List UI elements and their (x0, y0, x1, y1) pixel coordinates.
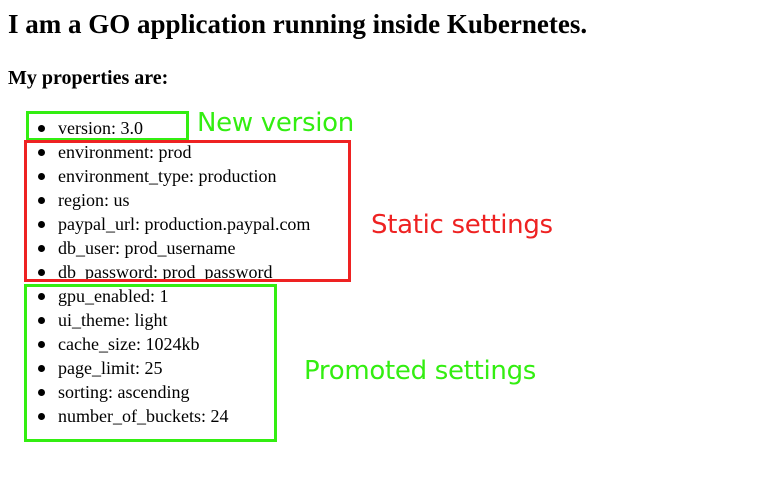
static-settings-highlight-box (24, 140, 351, 282)
promoted-settings-highlight-box (24, 284, 277, 442)
static-settings-annotation: Static settings (371, 210, 553, 240)
app-page: { "page": { "title": "I am a GO applicat… (0, 0, 780, 500)
new-version-highlight-box (26, 111, 189, 141)
promoted-settings-annotation: Promoted settings (304, 356, 537, 386)
properties-heading: My properties are: (8, 67, 169, 89)
page-title: I am a GO application running inside Kub… (8, 9, 588, 39)
new-version-annotation: New version (197, 108, 354, 138)
